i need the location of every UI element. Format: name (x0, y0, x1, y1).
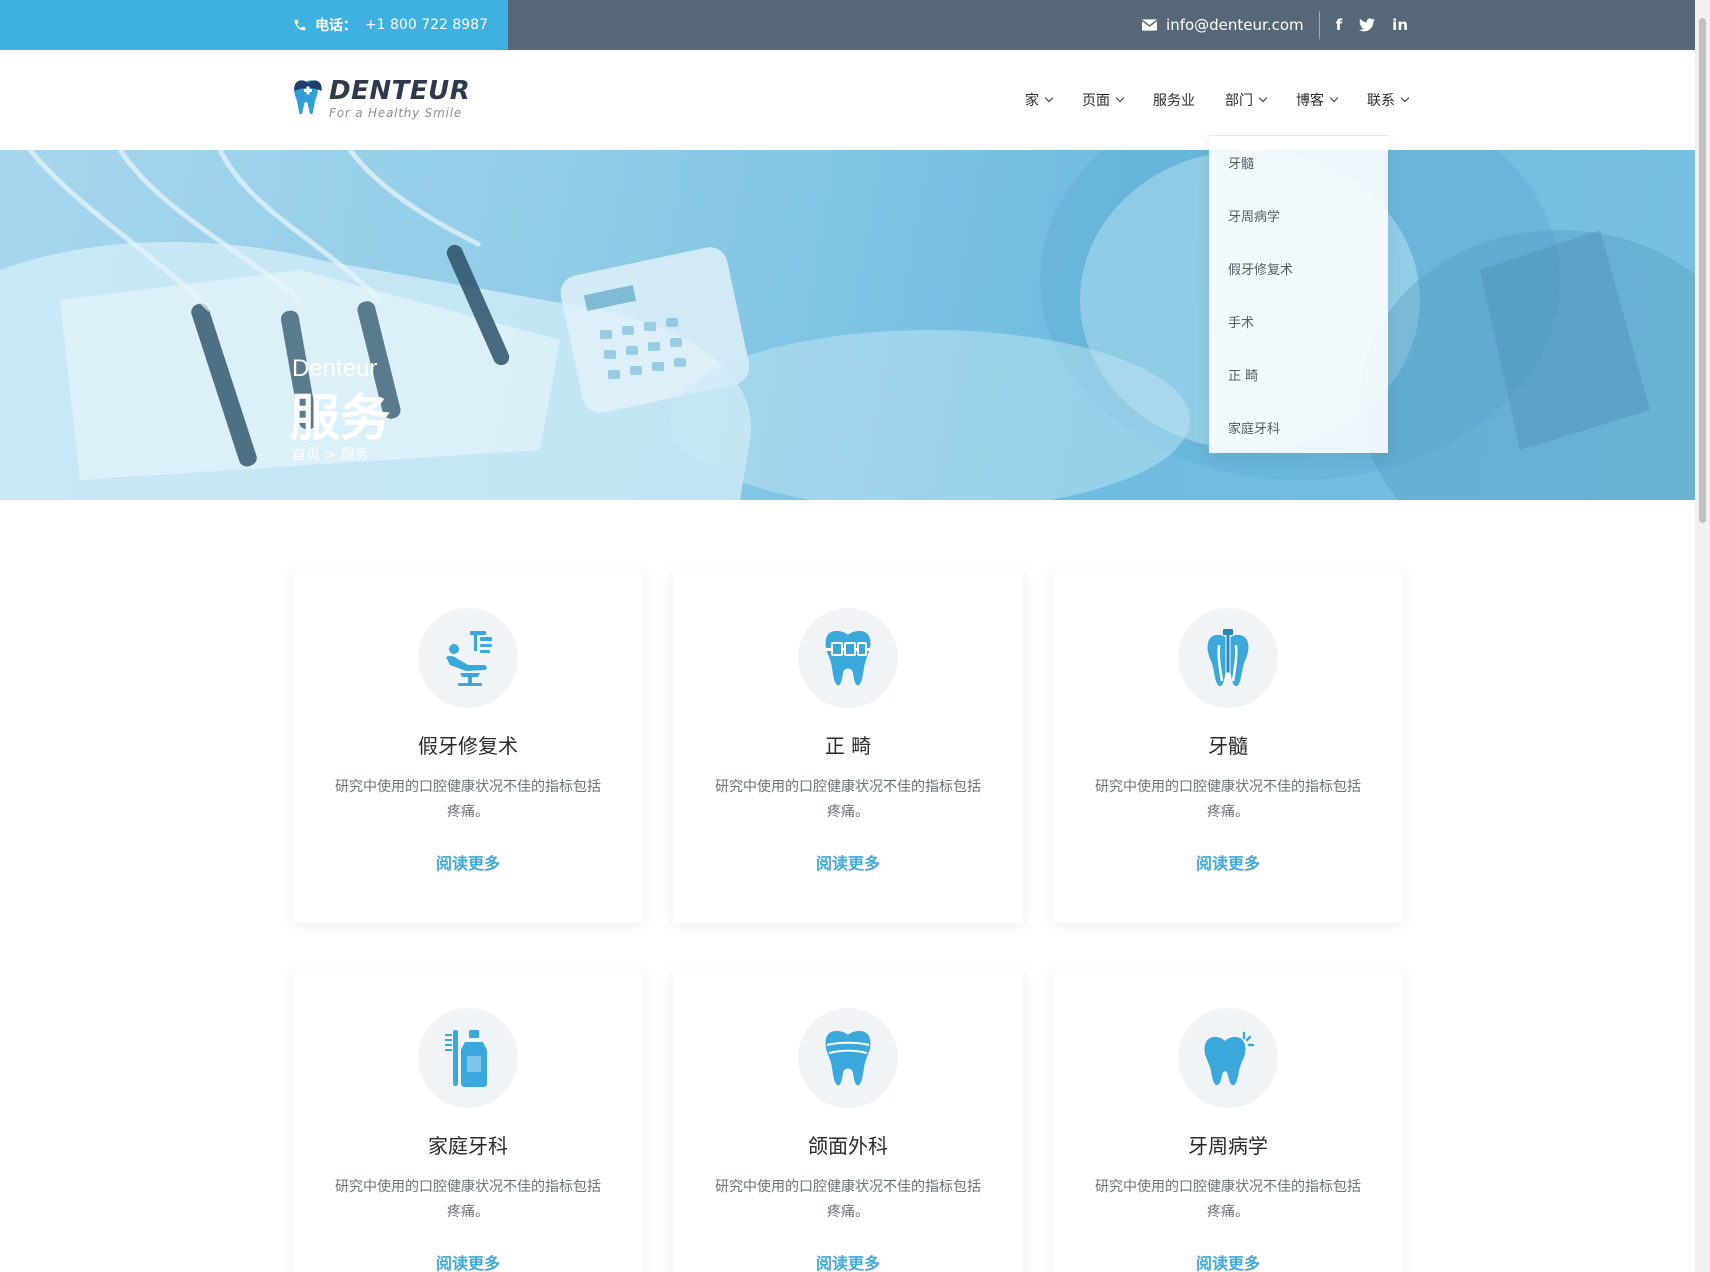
page-hero: Denteur 服务 首页 > 服务 (0, 150, 1695, 500)
tooth-logo-icon (294, 80, 322, 115)
nav-item-departments[interactable]: 部门 (1225, 90, 1268, 110)
toothbrush-paste-icon (445, 1030, 487, 1087)
dropdown-item-periodontics[interactable]: 牙周病学 (1228, 206, 1280, 225)
nav-label: 页面 (1082, 93, 1110, 109)
card-title: 牙周病学 (1188, 1134, 1268, 1158)
site-logo[interactable]: DENTEUR For a Healthy Smile (292, 78, 470, 119)
nav-item-blog[interactable]: 博客 (1296, 90, 1339, 110)
service-card: 牙周病学 研究中使用的口腔健康状况不佳的指标包括疼痛。 阅读更多 (1053, 970, 1403, 1272)
facebook-icon[interactable]: f (1336, 16, 1343, 34)
tooth-braces-icon (825, 630, 871, 686)
page-scrollbar[interactable] (1695, 0, 1710, 1272)
nav-label: 服务业 (1153, 93, 1195, 109)
site-header: DENTEUR For a Healthy Smile 家 页面 服务业 部门 … (0, 50, 1695, 150)
scrollbar-thumb[interactable] (1699, 18, 1706, 523)
chevron-down-icon (1044, 93, 1054, 103)
service-card: 正 畸 研究中使用的口腔健康状况不佳的指标包括疼痛。 阅读更多 (673, 570, 1023, 923)
read-more-link[interactable]: 阅读更多 (673, 1250, 1023, 1272)
breadcrumb: 首页 > 服务 (292, 444, 369, 464)
page-title: 服务 (290, 389, 390, 447)
read-more-link[interactable]: 阅读更多 (1053, 1250, 1403, 1272)
social-links: f in (1320, 16, 1408, 34)
logo-tagline: For a Healthy Smile (329, 106, 463, 120)
chevron-down-icon (1115, 93, 1125, 103)
phone-icon (294, 19, 306, 31)
nav-item-contact[interactable]: 联系 (1367, 90, 1410, 110)
dropdown-item-orthodontics[interactable]: 正 畸 (1228, 365, 1258, 384)
root-canal-icon (1207, 629, 1249, 687)
card-title: 正 畸 (824, 734, 872, 758)
phone-number[interactable]: +1 800 722 8987 (365, 17, 488, 33)
chevron-down-icon (1258, 93, 1268, 103)
twitter-icon[interactable] (1359, 18, 1376, 32)
card-description: 研究中使用的口腔健康状况不佳的指标包括疼痛。 (335, 779, 601, 820)
icon-circle (418, 1008, 518, 1108)
top-bar: 电话： +1 800 722 8987 info@denteur.com f i… (0, 0, 1695, 50)
email-text: info@denteur.com (1166, 16, 1304, 34)
departments-dropdown: 牙髓 牙周病学 假牙修复术 手术 正 畸 家庭牙科 (1209, 135, 1388, 453)
linkedin-icon[interactable]: in (1392, 16, 1408, 34)
dropdown-item-surgery[interactable]: 手术 (1228, 312, 1254, 331)
card-description: 研究中使用的口腔健康状况不佳的指标包括疼痛。 (715, 779, 981, 820)
nav-label: 家 (1025, 93, 1039, 109)
read-more-link[interactable]: 阅读更多 (673, 850, 1023, 874)
phone-label: 电话： (314, 18, 357, 34)
topbar-right: info@denteur.com f in (1142, 0, 1408, 50)
tooth-crown-icon (825, 1030, 871, 1086)
icon-circle (1178, 1008, 1278, 1108)
dropdown-item-family-dentistry[interactable]: 家庭牙科 (1228, 418, 1280, 437)
service-card: 牙髓 研究中使用的口腔健康状况不佳的指标包括疼痛。 阅读更多 (1053, 570, 1403, 923)
read-more-link[interactable]: 阅读更多 (293, 1250, 643, 1272)
icon-circle (798, 1008, 898, 1108)
card-description: 研究中使用的口腔健康状况不佳的指标包括疼痛。 (715, 1179, 981, 1220)
card-description: 研究中使用的口腔健康状况不佳的指标包括疼痛。 (1095, 1179, 1361, 1220)
dental-chair-icon (446, 631, 492, 686)
card-title: 家庭牙科 (428, 1134, 508, 1158)
card-title: 颌面外科 (808, 1134, 888, 1158)
service-card: 颌面外科 研究中使用的口腔健康状况不佳的指标包括疼痛。 阅读更多 (673, 970, 1023, 1272)
nav-label: 联系 (1367, 93, 1395, 109)
logo-name: DENTEUR (329, 76, 471, 106)
phone-bar: 电话： +1 800 722 8987 (0, 0, 508, 50)
chevron-down-icon (1329, 93, 1339, 103)
nav-label: 博客 (1296, 93, 1324, 109)
icon-circle (798, 608, 898, 708)
card-description: 研究中使用的口腔健康状况不佳的指标包括疼痛。 (1095, 779, 1361, 820)
email-link[interactable]: info@denteur.com (1142, 11, 1320, 39)
service-card: 家庭牙科 研究中使用的口腔健康状况不佳的指标包括疼痛。 阅读更多 (293, 970, 643, 1272)
breadcrumb-separator: > (324, 447, 337, 463)
read-more-link[interactable]: 阅读更多 (293, 850, 643, 874)
service-card: 假牙修复术 研究中使用的口腔健康状况不佳的指标包括疼痛。 阅读更多 (293, 570, 643, 923)
dropdown-item-prosthodontics[interactable]: 假牙修复术 (1228, 259, 1293, 278)
nav-label: 部门 (1225, 93, 1253, 109)
hero-background-image (0, 150, 1695, 500)
icon-circle (1178, 608, 1278, 708)
breadcrumb-current: 服务 (340, 447, 369, 463)
dropdown-item-endodontics[interactable]: 牙髓 (1228, 153, 1254, 172)
sparkle-tooth-icon (1204, 1031, 1255, 1086)
logo-text: DENTEUR For a Healthy Smile (329, 78, 470, 119)
envelope-icon (1142, 19, 1158, 31)
nav-item-pages[interactable]: 页面 (1082, 90, 1125, 110)
nav-item-services[interactable]: 服务业 (1153, 90, 1195, 110)
card-description: 研究中使用的口腔健康状况不佳的指标包括疼痛。 (335, 1179, 601, 1220)
chevron-down-icon (1400, 93, 1410, 103)
card-title: 牙髓 (1208, 734, 1248, 758)
card-title: 假牙修复术 (418, 734, 518, 758)
icon-circle (418, 608, 518, 708)
nav-item-home[interactable]: 家 (1025, 90, 1054, 110)
breadcrumb-home[interactable]: 首页 (292, 447, 320, 463)
read-more-link[interactable]: 阅读更多 (1053, 850, 1403, 874)
